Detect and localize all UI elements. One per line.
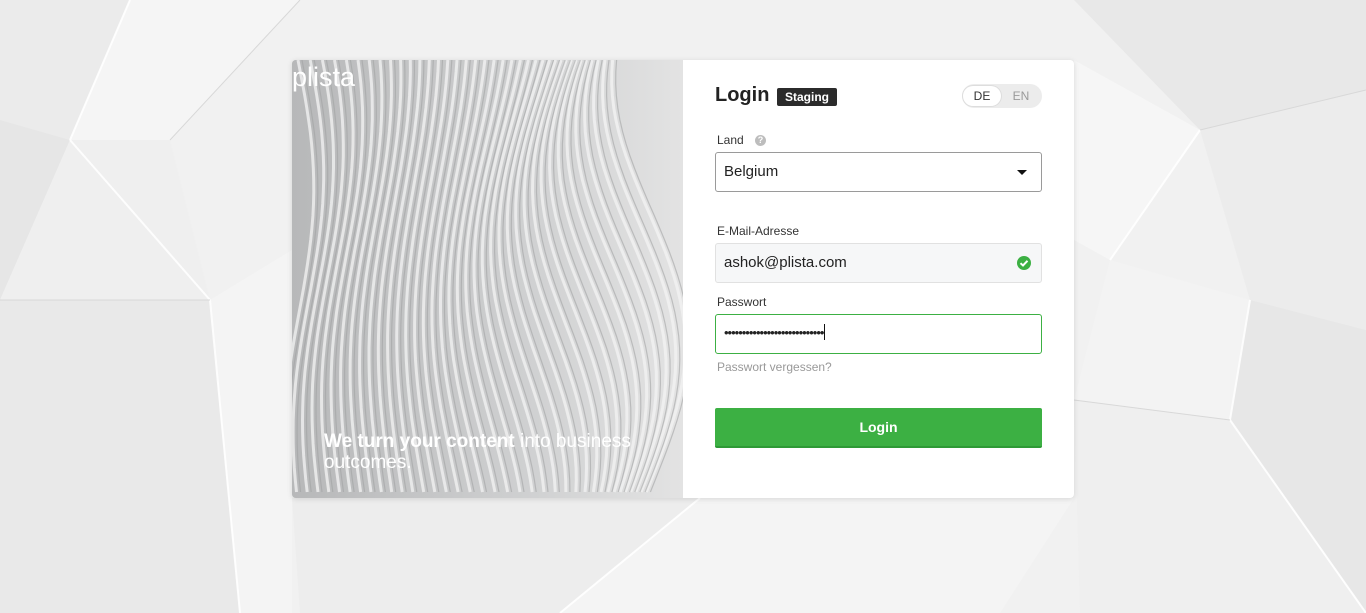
password-label: Passwort bbox=[717, 295, 767, 309]
language-switch: DE EN bbox=[962, 84, 1042, 108]
lang-en-button[interactable]: EN bbox=[1002, 86, 1040, 106]
email-field[interactable]: ashok@plista.com bbox=[715, 243, 1042, 283]
email-value: ashok@plista.com bbox=[724, 254, 847, 271]
login-button[interactable]: Login bbox=[715, 408, 1042, 448]
password-value: •••••••••••••••••••••••••••• bbox=[724, 324, 826, 340]
hero-panel: plista We turn your content into busines… bbox=[292, 60, 683, 498]
hero-tagline: We turn your content into business outco… bbox=[324, 431, 644, 473]
login-card: plista We turn your content into busines… bbox=[292, 60, 1074, 498]
country-select[interactable]: Belgium bbox=[715, 152, 1042, 192]
password-field[interactable]: •••••••••••••••••••••••••••• bbox=[715, 314, 1042, 354]
env-badge: Staging bbox=[777, 88, 837, 106]
question-circle-icon[interactable]: ? bbox=[755, 135, 766, 146]
text-cursor bbox=[824, 324, 826, 340]
forgot-password-link[interactable]: Passwort vergessen? bbox=[717, 360, 832, 374]
login-form: Login Staging DE EN Land ? Belgium E-Mai… bbox=[715, 60, 1042, 498]
caret-down-icon bbox=[1017, 170, 1027, 175]
plista-logo: plista bbox=[292, 62, 356, 92]
logo-text: plista bbox=[292, 62, 356, 92]
tagline-bold: We turn your content bbox=[324, 431, 515, 452]
lang-de-button[interactable]: DE bbox=[963, 86, 1001, 106]
country-value: Belgium bbox=[724, 163, 779, 180]
country-label: Land bbox=[717, 133, 744, 147]
check-circle-icon bbox=[1017, 256, 1031, 270]
page-title: Login bbox=[715, 84, 770, 106]
email-label: E-Mail-Adresse bbox=[717, 224, 800, 238]
